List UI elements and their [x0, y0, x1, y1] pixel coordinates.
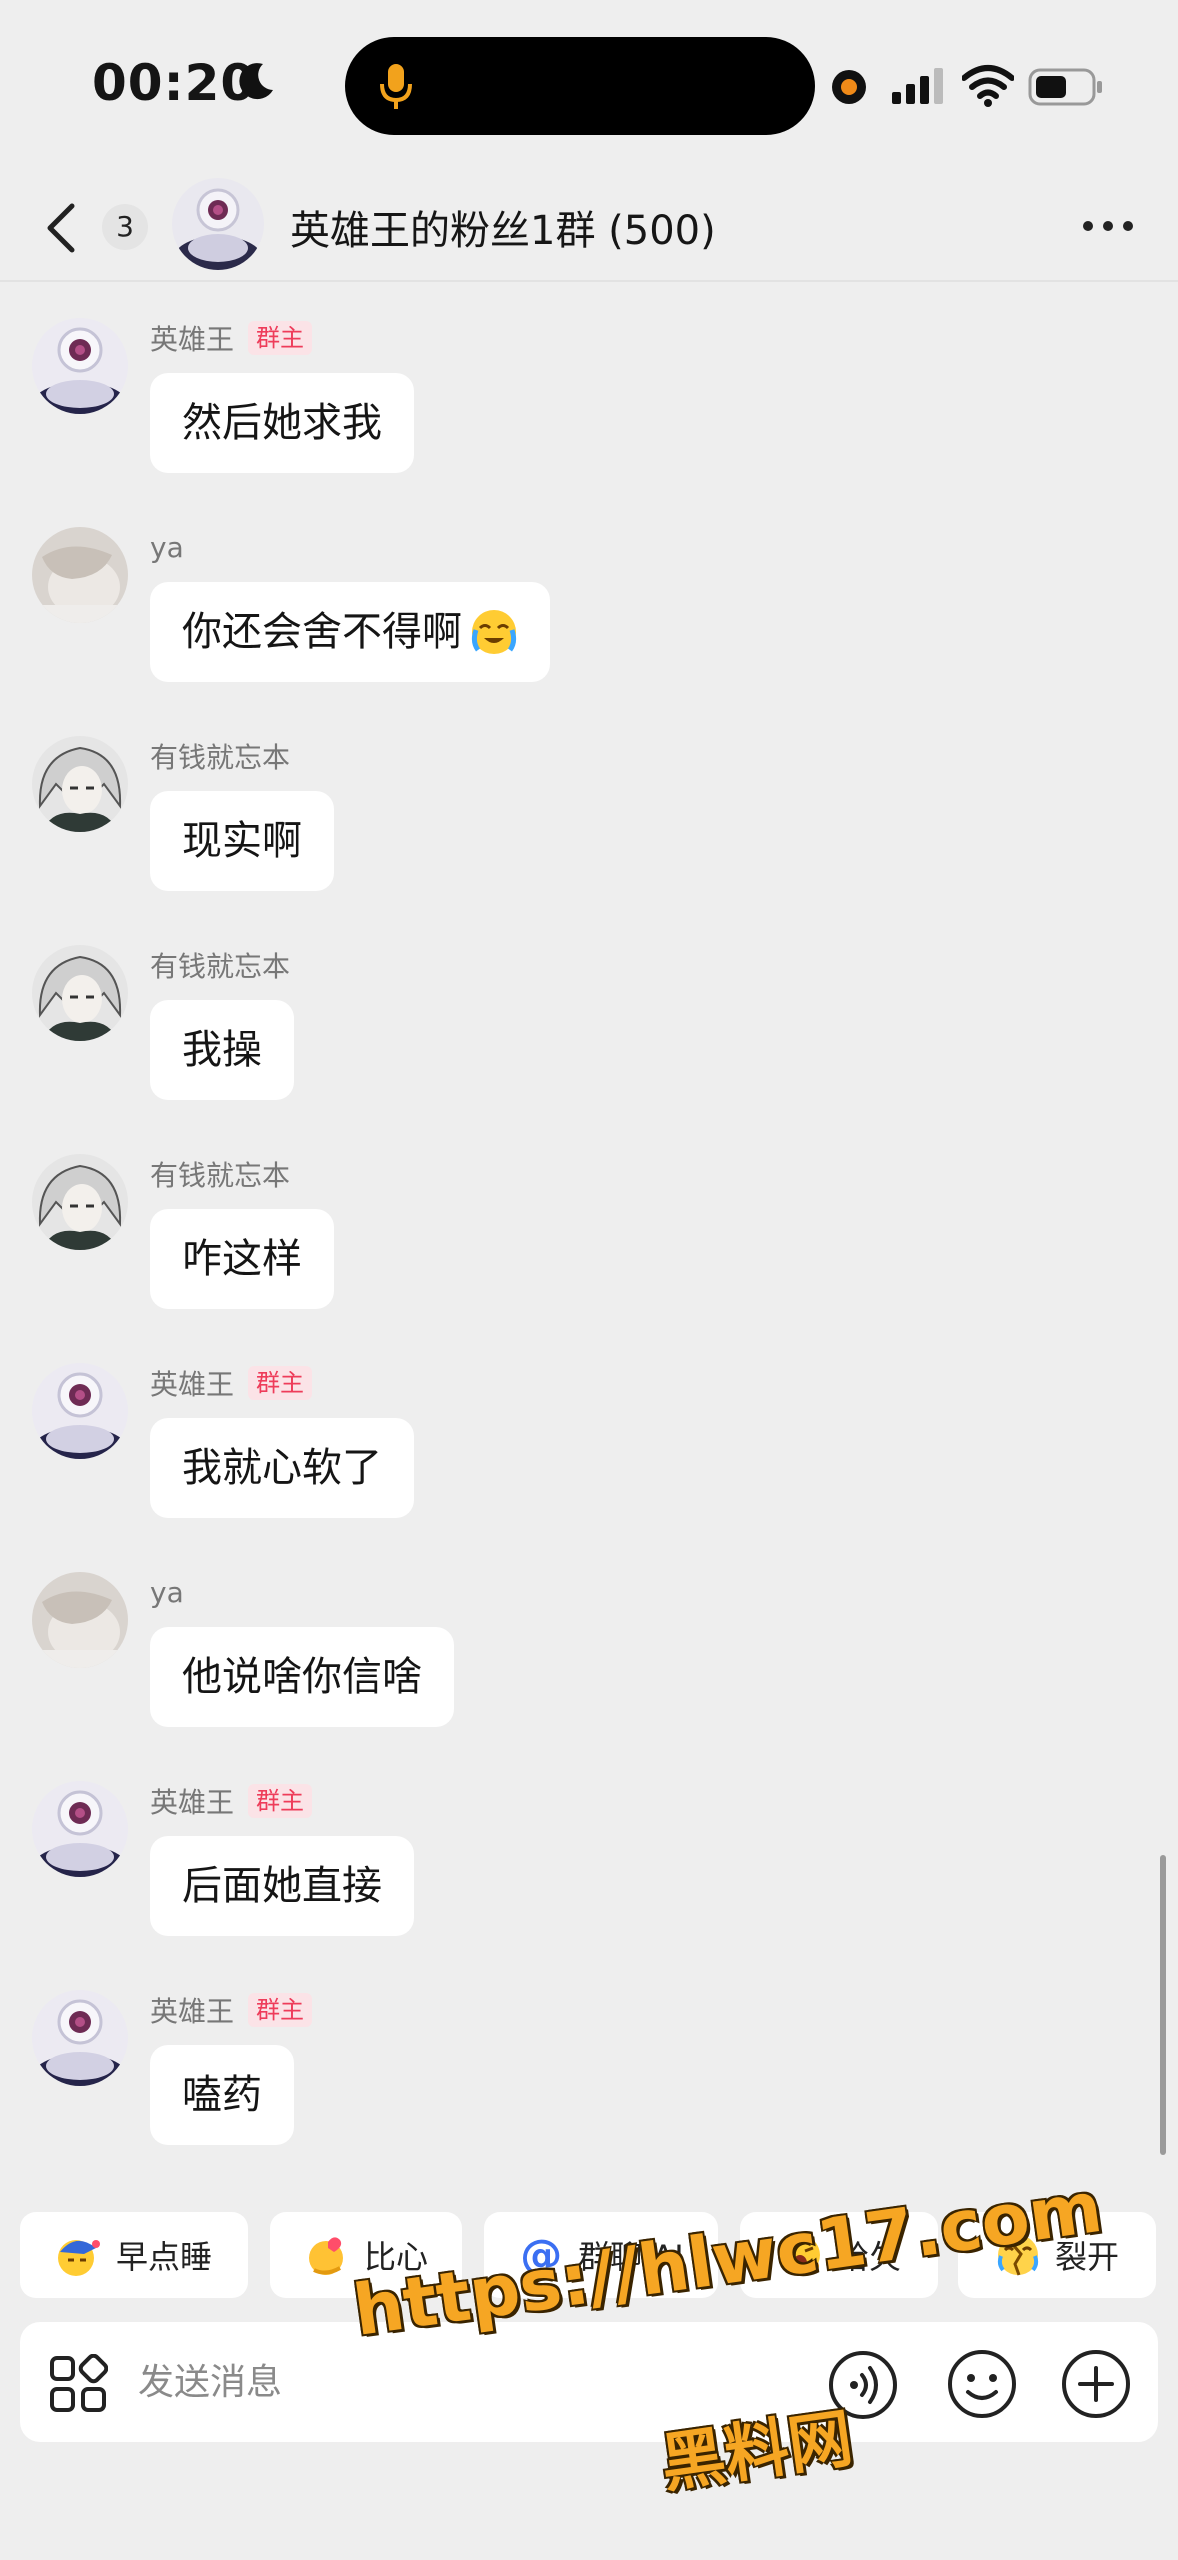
crying-laugh-emoji-icon [470, 608, 518, 656]
sender-name[interactable]: ya [150, 1576, 184, 1609]
anime-avatar[interactable] [32, 1154, 128, 1250]
message-item: 英雄王 群主 然后她求我 [0, 318, 1178, 518]
group-avatar[interactable] [172, 178, 264, 270]
message-text: 我就心软了 [182, 1445, 382, 1491]
sender-name[interactable]: 英雄王 [150, 1781, 234, 1821]
message-bubble[interactable]: 后面她直接 [150, 1836, 414, 1936]
yawn-emoji-icon [779, 2235, 820, 2275]
quick-reply-label: 哈欠 [836, 2238, 901, 2276]
message-text: 他说啥你信啥 [182, 1654, 422, 1700]
owner-tag: 群主 [248, 1784, 313, 1818]
chat-scrollbar[interactable] [1160, 1855, 1166, 2155]
sender-line: 英雄王 群主 [150, 318, 313, 358]
message-bubble[interactable]: 咋这样 [150, 1209, 334, 1309]
message-bubble[interactable]: 你还会舍不得啊 [150, 582, 550, 682]
quick-reply-group-ai[interactable]: @ 群聊 AI [484, 2212, 718, 2298]
message-bubble[interactable]: 我就心软了 [150, 1418, 414, 1518]
message-item: 英雄王 群主 嗑药 [0, 1990, 1178, 2190]
message-text: 我操 [182, 1027, 262, 1073]
sender-name[interactable]: 有钱就忘本 [150, 736, 290, 776]
sender-name[interactable]: 有钱就忘本 [150, 1154, 290, 1194]
moon-icon [239, 63, 273, 100]
quick-reply-heart[interactable]: 比心 [270, 2212, 462, 2298]
message-input[interactable] [138, 2352, 658, 2412]
anime-avatar[interactable] [32, 736, 128, 832]
chat-header: 3 英雄王的粉丝1群 (500) [0, 170, 1178, 282]
recording-dot-icon [832, 70, 866, 104]
message-item: ya 你还会舍不得啊 [0, 527, 1178, 727]
message-input-bar [20, 2322, 1158, 2442]
quick-reply-label: 早点睡 [115, 2238, 212, 2276]
sender-name[interactable]: ya [150, 531, 184, 564]
sender-line: 有钱就忘本 [150, 1154, 290, 1194]
message-item: 有钱就忘本 咋这样 [0, 1154, 1178, 1354]
message-bubble[interactable]: 我操 [150, 1000, 294, 1100]
sender-line: 英雄王 群主 [150, 1781, 313, 1821]
plus-icon[interactable] [1060, 2348, 1132, 2420]
more-dots-icon[interactable] [1080, 204, 1136, 248]
sleep-emoji-icon [57, 2240, 100, 2276]
status-time: 00:20 [92, 54, 257, 112]
message-text: 嗑药 [182, 2072, 262, 2118]
message-bubble[interactable]: 他说啥你信啥 [150, 1627, 454, 1727]
owner-tag: 群主 [248, 1366, 313, 1400]
anime-avatar[interactable] [32, 945, 128, 1041]
message-text: 你还会舍不得啊 [182, 609, 462, 655]
hero-avatar[interactable] [32, 1990, 128, 2086]
quick-reply-cracked[interactable]: 裂开 [958, 2212, 1156, 2298]
wifi-icon [962, 65, 1014, 107]
hero-avatar[interactable] [32, 1363, 128, 1459]
message-bubble[interactable]: 现实啊 [150, 791, 334, 891]
status-bar: 00:20 [0, 0, 1178, 170]
message-item: 有钱就忘本 我操 [0, 945, 1178, 1145]
sender-line: ya [150, 527, 184, 567]
dynamic-island [345, 37, 815, 135]
message-text: 然后她求我 [182, 400, 382, 446]
sender-name[interactable]: 有钱就忘本 [150, 945, 290, 985]
message-bubble[interactable]: 然后她求我 [150, 373, 414, 473]
sender-name[interactable]: 英雄王 [150, 1363, 234, 1403]
message-text: 后面她直接 [182, 1863, 382, 1909]
quick-reply-sleep[interactable]: 早点睡 [20, 2212, 248, 2298]
message-bubble[interactable]: 嗑药 [150, 2045, 294, 2145]
ya-avatar[interactable] [32, 527, 128, 623]
message-item: 英雄王 群主 我就心软了 [0, 1363, 1178, 1563]
message-text: 咋这样 [182, 1236, 302, 1282]
sender-name[interactable]: 英雄王 [150, 318, 234, 358]
chevron-left-icon[interactable] [40, 200, 82, 256]
owner-tag: 群主 [248, 1993, 313, 2027]
group-title: 英雄王的粉丝1群 (500) [290, 208, 716, 254]
sender-line: ya [150, 1572, 184, 1612]
sender-line: 英雄王 群主 [150, 1990, 313, 2030]
owner-tag: 群主 [248, 321, 313, 355]
sender-line: 有钱就忘本 [150, 945, 290, 985]
microphone-icon [380, 64, 412, 109]
hero-avatar[interactable] [32, 1781, 128, 1877]
emoji-face-icon[interactable] [946, 2348, 1018, 2420]
voice-icon[interactable] [828, 2350, 898, 2420]
at-icon: @ [520, 2230, 563, 2279]
sender-line: 英雄王 群主 [150, 1363, 313, 1403]
ya-avatar[interactable] [32, 1572, 128, 1668]
cellular-signal-icon [892, 68, 943, 104]
sender-name[interactable]: 英雄王 [150, 1990, 234, 2030]
sender-line: 有钱就忘本 [150, 736, 290, 776]
heart-hands-emoji-icon [308, 2237, 343, 2275]
quick-reply-label: 比心 [363, 2238, 428, 2276]
quick-reply-label: 裂开 [1054, 2238, 1119, 2276]
unread-count-badge[interactable]: 3 [102, 204, 148, 250]
message-item: 英雄王 群主 后面她直接 [0, 1781, 1178, 1981]
cracked-emoji-icon [997, 2234, 1039, 2276]
message-text: 现实啊 [182, 818, 302, 864]
apps-grid-icon[interactable] [48, 2354, 108, 2414]
battery-icon [1028, 68, 1102, 106]
message-item: ya 他说啥你信啥 [0, 1572, 1178, 1772]
quick-reply-yawn[interactable]: 哈欠 [740, 2212, 938, 2298]
message-item: 有钱就忘本 现实啊 [0, 736, 1178, 936]
hero-avatar[interactable] [32, 318, 128, 414]
quick-reply-label: 群聊 AI [578, 2238, 684, 2276]
